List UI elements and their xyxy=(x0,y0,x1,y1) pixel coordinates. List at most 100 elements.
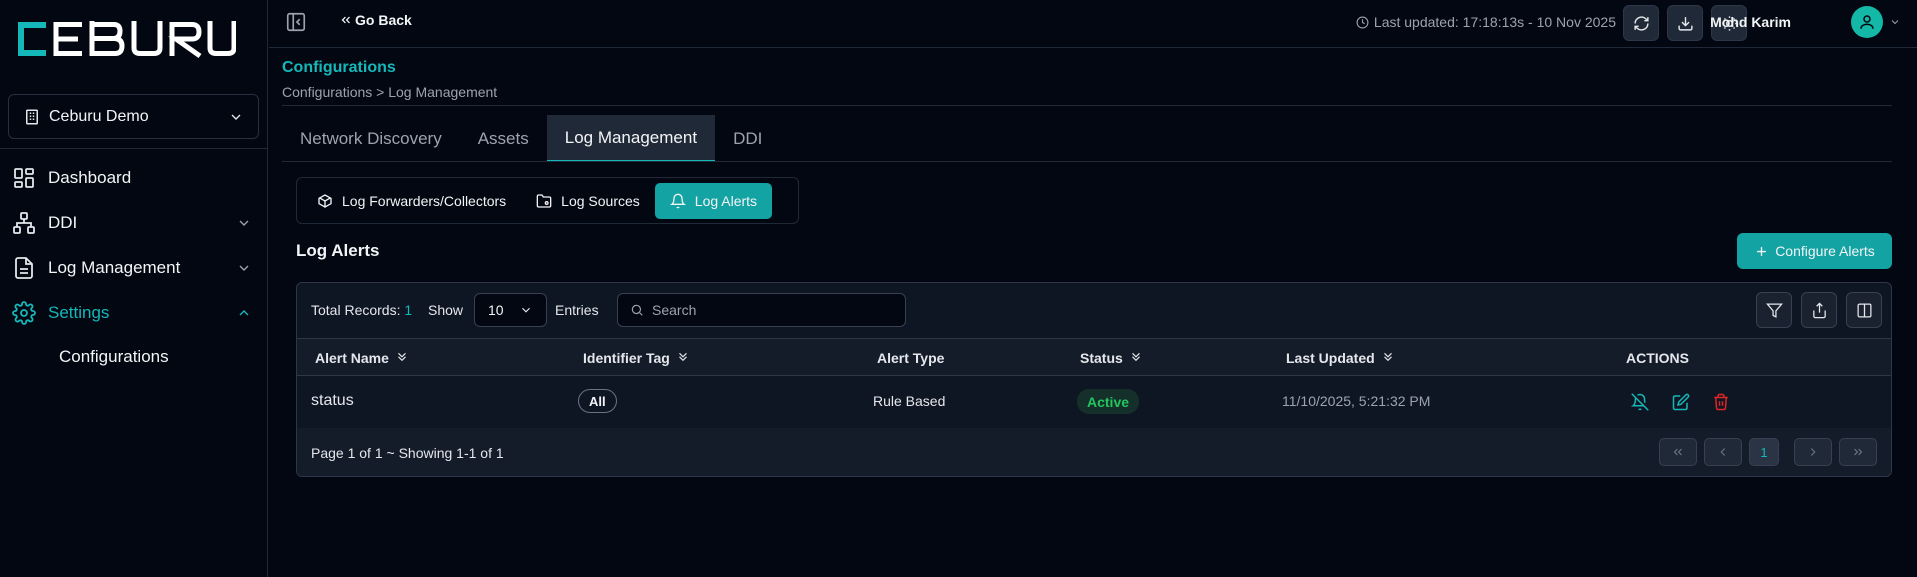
sort-icon xyxy=(1383,352,1392,362)
column-alert-name[interactable]: Alert Name xyxy=(315,350,409,366)
section-title: Log Alerts xyxy=(296,241,380,260)
sort-icon xyxy=(398,352,406,362)
configure-alerts-button[interactable]: Configure Alerts xyxy=(1737,233,1892,269)
cell-last-updated: 11/10/2025, 5:21:32 PM xyxy=(1282,393,1431,409)
export-button[interactable] xyxy=(1801,292,1837,328)
subtab-label: Log Sources xyxy=(561,192,640,209)
sidebar-item-label: Log Management xyxy=(48,258,181,277)
total-records-label: Total Records: xyxy=(311,302,401,318)
column-identifier-tag[interactable]: Identifier Tag xyxy=(583,350,690,366)
column-label: Last Updated xyxy=(1286,350,1375,366)
search-box[interactable] xyxy=(617,293,906,327)
subtabs: Log Forwarders/Collectors Log Sources Lo… xyxy=(296,177,799,224)
first-page-button[interactable] xyxy=(1659,438,1697,466)
clock-icon xyxy=(1356,16,1369,28)
table-header: Alert Name Identifier Tag Alert Type Sta… xyxy=(297,338,1891,376)
column-label: Alert Name xyxy=(315,350,389,366)
search-input[interactable] xyxy=(652,302,882,318)
column-label: Status xyxy=(1080,350,1123,366)
column-last-updated[interactable]: Last Updated xyxy=(1286,350,1395,366)
sidebar-item-label: Dashboard xyxy=(48,168,132,187)
total-records: Total Records: 1 xyxy=(311,302,412,318)
ceburu-logo[interactable] xyxy=(16,18,236,60)
chevron-down-icon xyxy=(231,114,241,120)
chevron-down-icon[interactable] xyxy=(1889,16,1901,28)
plus-icon xyxy=(1757,246,1767,256)
chevrons-left-icon xyxy=(341,16,350,24)
page-title: Configurations xyxy=(282,59,396,76)
go-back-label: Go Back xyxy=(355,12,412,28)
tab-ddi[interactable]: DDI xyxy=(715,115,780,162)
page-number-button[interactable]: 1 xyxy=(1749,438,1779,466)
subtab-log-sources[interactable]: Log Sources xyxy=(521,183,655,219)
configure-alerts-label: Configure Alerts xyxy=(1775,243,1875,259)
chevron-down-icon xyxy=(239,265,249,271)
previous-page-button[interactable] xyxy=(1704,438,1742,466)
sort-icon xyxy=(1131,352,1140,362)
columns-icon xyxy=(1856,302,1872,318)
subtab-log-alerts[interactable]: Log Alerts xyxy=(654,182,773,219)
tabs: Network Discovery Assets Log Management … xyxy=(282,115,780,162)
column-alert-type: Alert Type xyxy=(877,350,944,366)
header-divider xyxy=(282,105,1892,106)
sidebar-collapse-icon[interactable] xyxy=(285,11,307,33)
sidebar-item-dashboard[interactable]: Dashboard xyxy=(12,163,252,193)
cell-alert-type: Rule Based xyxy=(873,393,946,409)
sidebar-subitem-configurations[interactable]: Configurations xyxy=(59,347,169,367)
tab-log-management[interactable]: Log Management xyxy=(546,115,716,162)
subtab-label: Log Forwarders/Collectors xyxy=(342,192,507,209)
download-icon xyxy=(1677,16,1693,31)
download-button[interactable] xyxy=(1667,5,1703,41)
edit-icon[interactable] xyxy=(1672,393,1690,411)
gear-icon xyxy=(12,301,36,325)
trash-icon[interactable] xyxy=(1712,393,1730,411)
page-size-value: 10 xyxy=(488,302,504,318)
last-page-button[interactable] xyxy=(1839,438,1877,466)
filter-icon xyxy=(1765,302,1783,318)
identifier-tag-badge: All xyxy=(578,389,617,413)
filter-button[interactable] xyxy=(1756,292,1792,328)
user-name[interactable]: Mohd Karim xyxy=(1710,14,1791,30)
alerts-table-card: Total Records: 1 Show 10 Entries Alert N… xyxy=(296,282,1892,477)
tab-network-discovery[interactable]: Network Discovery xyxy=(282,115,460,162)
share-icon xyxy=(1812,302,1826,318)
tab-assets[interactable]: Assets xyxy=(460,115,547,162)
sidebar-item-log-management[interactable]: Log Management xyxy=(12,253,252,283)
cell-alert-name: status xyxy=(311,392,354,409)
dashboard-icon xyxy=(14,168,34,188)
last-updated: Last updated: 17:18:13s - 10 Nov 2025 xyxy=(1356,14,1616,30)
sort-icon xyxy=(678,352,687,362)
go-back-button[interactable]: Go Back xyxy=(339,12,412,28)
network-icon xyxy=(13,212,35,234)
chevron-down-icon xyxy=(522,307,530,313)
breadcrumb[interactable]: Configurations > Log Management xyxy=(282,84,497,100)
chevron-left-icon xyxy=(1720,448,1726,456)
sidebar-item-settings[interactable]: Settings xyxy=(12,298,252,328)
building-icon xyxy=(26,109,38,124)
chevron-up-icon xyxy=(239,310,249,316)
table-footer: Page 1 of 1 ~ Showing 1-1 of 1 1 xyxy=(297,428,1891,476)
search-icon xyxy=(631,304,643,316)
sidebar-divider xyxy=(0,148,268,149)
show-label: Show xyxy=(428,302,464,318)
column-label: ACTIONS xyxy=(1626,350,1689,366)
columns-button[interactable] xyxy=(1846,292,1882,328)
avatar[interactable] xyxy=(1851,6,1883,38)
subtab-label: Log Alerts xyxy=(694,192,758,209)
last-updated-text: Last updated: 17:18:13s - 10 Nov 2025 xyxy=(1373,14,1616,30)
column-status[interactable]: Status xyxy=(1080,350,1143,366)
refresh-button[interactable] xyxy=(1623,5,1659,41)
pagination-info: Page 1 of 1 ~ Showing 1-1 of 1 xyxy=(311,445,504,461)
sidebar-item-ddi[interactable]: DDI xyxy=(12,208,252,238)
sidebar-item-label: DDI xyxy=(48,213,78,232)
sidebar: Ceburu Demo Dashboard DDI Log Management… xyxy=(0,0,268,577)
next-page-button[interactable] xyxy=(1794,438,1832,466)
subtab-log-forwarders[interactable]: Log Forwarders/Collectors xyxy=(302,183,521,219)
page-size-select[interactable]: 10 xyxy=(474,293,547,327)
bell-off-icon[interactable] xyxy=(1631,393,1649,411)
table-row[interactable]: status All Rule Based Active 11/10/2025,… xyxy=(297,376,1891,428)
entries-label: Entries xyxy=(555,302,599,318)
organization-select[interactable]: Ceburu Demo xyxy=(8,94,259,139)
box-icon xyxy=(318,193,332,208)
sidebar-item-label: Settings xyxy=(48,303,110,322)
